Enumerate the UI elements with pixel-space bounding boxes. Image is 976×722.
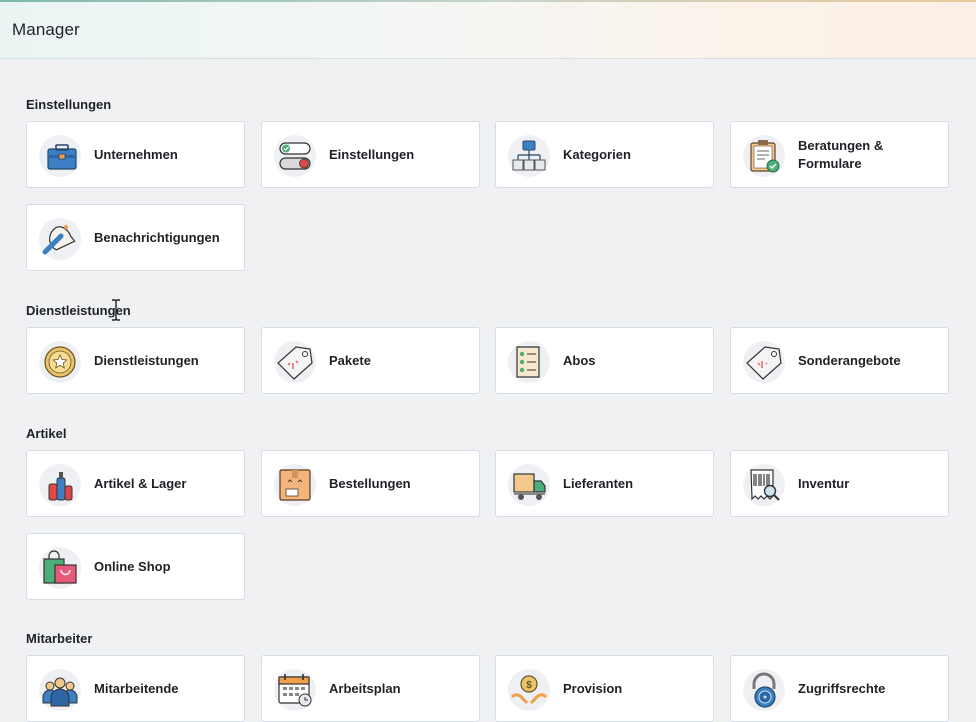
card-label: Bestellungen [329,475,411,491]
card-einstellungen[interactable]: Einstellungen [261,121,480,188]
card-label: Beratungen & Formulare [798,137,884,171]
card-label: Kategorien [563,146,631,162]
card-artikel-lager[interactable]: Artikel & Lager [26,450,245,517]
parcel-box-icon [274,464,316,506]
card-label: Benachrichtigungen [94,229,220,245]
header-accent-line [0,0,976,2]
card-sonderangebote[interactable]: Sonderangebote [730,327,949,394]
card-online-shop[interactable]: Online Shop [26,533,245,600]
card-dienstleistungen[interactable]: Dienstleistungen [26,327,245,394]
toggle-switches-icon [274,135,316,177]
card-abos[interactable]: Abos [495,327,714,394]
padlock-icon [743,669,785,711]
app-header: Manager [0,0,976,59]
card-label: Dienstleistungen [94,352,199,368]
star-medal-icon [39,341,81,383]
card-zugriffsrechte[interactable]: Zugriffsrechte [730,655,949,722]
card-provision[interactable]: $ Provision [495,655,714,722]
calendar-icon [274,669,316,711]
section-title-artikel: Artikel [26,426,67,441]
card-label: Zugriffsrechte [798,680,886,696]
card-label: Online Shop [94,558,171,574]
card-lieferanten[interactable]: Lieferanten [495,450,714,517]
card-label: Mitarbeitende [94,680,179,696]
section-title-mitarbeiter: Mitarbeiter [26,631,93,646]
card-label: Einstellungen [329,146,415,162]
text-cursor-icon [112,299,120,321]
card-arbeitsplan[interactable]: Arbeitsplan [261,655,480,722]
card-label: Inventur [798,475,850,491]
card-bestellungen[interactable]: Bestellungen [261,450,480,517]
card-inventur[interactable]: Inventur [730,450,949,517]
briefcase-icon [39,135,81,177]
card-kategorien[interactable]: Kategorien [495,121,714,188]
card-beratungen-formulare[interactable]: Beratungen & Formulare [730,121,949,188]
delivery-truck-icon [508,464,550,506]
card-label: Sonderangebote [798,352,901,368]
clipboard-check-icon [743,135,785,177]
card-mitarbeitende[interactable]: Mitarbeitende [26,655,245,722]
products-icon [39,464,81,506]
barcode-search-icon [743,464,785,506]
card-label: Abos [563,352,596,368]
shopping-bag-icon [39,547,81,589]
card-label: Pakete [329,352,371,368]
card-benachrichtigungen[interactable]: Benachrichtigungen [26,204,245,271]
bell-icon [39,218,81,260]
hierarchy-icon [508,135,550,177]
discount-tag-icon [743,341,785,383]
card-label: Arbeitsplan [329,680,401,696]
card-label: Provision [563,680,623,696]
card-pakete[interactable]: Pakete [261,327,480,394]
checklist-icon [508,341,550,383]
section-title-einstellungen: Einstellungen [26,97,112,112]
price-tag-icon [274,341,316,383]
svg-text:$: $ [526,680,532,691]
card-label: Artikel & Lager [94,475,187,491]
card-label: Unternehmen [94,146,178,162]
card-unternehmen[interactable]: Unternehmen [26,121,245,188]
team-icon [39,669,81,711]
page-title: Manager [12,20,80,39]
coin-hands-icon: $ [508,669,550,711]
card-label: Lieferanten [563,475,634,491]
